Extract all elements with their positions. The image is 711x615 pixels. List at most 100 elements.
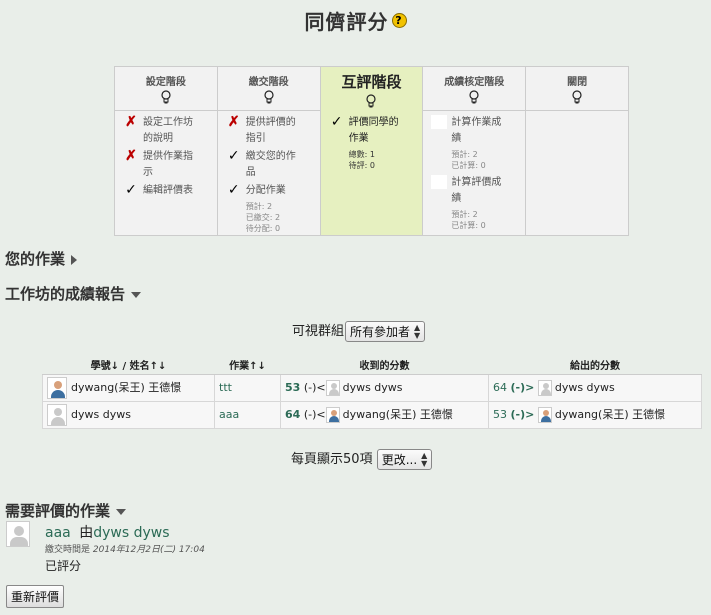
page-title: 同儕評分? [0, 6, 711, 35]
sort-idnumber[interactable]: 學號 [91, 361, 111, 372]
select-arrows-icon: ▲ ▼ [421, 451, 428, 469]
task-stat-line: 預計: 2 [451, 150, 478, 159]
sort-name[interactable]: 姓名 [130, 361, 150, 372]
reassess-button[interactable]: 重新評價 [6, 585, 65, 608]
group-filter-label: 可視群組 [292, 324, 345, 339]
participant-name[interactable]: dyws dyws [71, 408, 131, 421]
phase-planner: 設定階段 ✗ 設定工作坊的說明 ✗ 提供作業指示 ✓ 編輯評價表 繳交階段 ✗ 提供評價的指引 ✓ 繳… [114, 66, 629, 236]
group-select[interactable]: 所有參加者 ▲ ▼ [345, 320, 426, 343]
col-submission-header[interactable]: 作業↑↓ [214, 356, 281, 375]
task-label: 計算作業成績 [451, 117, 502, 144]
author-link[interactable]: dyws dyws [93, 525, 169, 541]
sort-both-icon[interactable]: ↑↓ [249, 361, 266, 372]
user-avatar-icon[interactable] [47, 403, 67, 426]
phase-column: 繳交階段 ✗ 提供評價的指引 ✓ 繳交您的作品 ✓ 分配作業 預計: 2 已繳交: 2 待分配: … [217, 67, 321, 235]
task-stat-line: 待分配: 0 [245, 224, 281, 233]
per-page-select[interactable]: 更改... ▲ ▼ [376, 448, 433, 471]
reviewer-name[interactable]: dywang(呆王) 王德憬 [343, 408, 453, 421]
phase-task-list: ✗ 提供評價的指引 ✓ 繳交您的作品 ✓ 分配作業 預計: 2 已繳交: 2 待分配: 0 [218, 111, 320, 234]
task-stat-line: 已計算: 0 [451, 161, 486, 170]
table-row: dyws dyws aaa 64 (-)< dywang(呆王) 王德憬 53 (-)>… [42, 400, 702, 429]
collapse-down-icon[interactable] [116, 508, 127, 515]
todo-box-icon [431, 115, 448, 129]
user-avatar-icon[interactable] [325, 379, 340, 396]
phase-title: 設定階段 [145, 77, 186, 88]
given-grade-cell: 53 (-)> dywang(呆王) 王德憬 [488, 400, 702, 429]
expand-right-icon[interactable] [71, 254, 78, 265]
reviewee-name[interactable]: dywang(呆王) 王德憬 [555, 408, 665, 421]
grade-marker: (-)< [303, 408, 326, 421]
done-check-icon: ✓ [125, 182, 137, 198]
participant-cell: dyws dyws [42, 400, 215, 429]
phase-title: 成績核定階段 [444, 77, 505, 88]
sort-submission[interactable]: 作業 [229, 361, 249, 372]
submitted-time: 繳交時間是 2014年12月2日(二) 17:04 [45, 542, 205, 555]
lightbulb-icon[interactable] [468, 90, 480, 104]
to-assess-title: 需要評價的作業 [5, 502, 111, 520]
user-avatar-icon[interactable] [47, 376, 67, 399]
received-grade[interactable]: 64 [285, 408, 300, 421]
given-grade[interactable]: 53 [493, 408, 507, 421]
phase-header[interactable]: 關閉 [526, 67, 628, 111]
phase-header[interactable]: 成績核定階段 [423, 67, 526, 111]
col-name-header[interactable]: 學號↓ / 姓名↑↓ [42, 356, 215, 375]
received-grade[interactable]: 53 [285, 381, 300, 394]
reviewee-name[interactable]: dyws dyws [555, 381, 615, 394]
grades-table-header: 學號↓ / 姓名↑↓ 作業↑↓ 收到的分數 給出的分數 [42, 356, 702, 375]
done-check-icon: ✓ [227, 182, 240, 198]
submission-link[interactable]: ttt [219, 381, 232, 394]
lightbulb-icon[interactable] [263, 90, 275, 104]
group-select-value: 所有參加者 [350, 324, 411, 339]
phase-title: 互評階段 [341, 73, 402, 91]
given-grade-cell: 64 (-)> dyws dyws [488, 373, 702, 402]
lightbulb-icon[interactable] [571, 90, 583, 104]
grade-marker: (-)< [303, 380, 326, 394]
grades-report-heading[interactable]: 工作坊的成績報告 [5, 283, 142, 304]
collapse-down-icon[interactable] [131, 291, 142, 298]
user-avatar-icon[interactable] [537, 379, 552, 396]
participant-name[interactable]: dywang(呆王) 王德憬 [71, 381, 181, 394]
participant-cell: dywang(呆王) 王德憬 [42, 373, 215, 402]
given-grade[interactable]: 64 [493, 381, 507, 394]
phase-header[interactable]: 設定階段 [115, 67, 217, 111]
col-received-header: 收到的分數 [280, 356, 489, 375]
sort-desc-icon[interactable]: ↓ [111, 361, 119, 372]
reviewer-name[interactable]: dyws dyws [343, 381, 403, 394]
table-row: dywang(呆王) 王德憬 ttt 53 (-)< dyws dyws 64 (-)>… [42, 373, 702, 402]
fail-cross-icon: ✗ [125, 148, 137, 164]
task-label: 設定工作坊的說明 [143, 117, 193, 144]
user-avatar-icon[interactable] [537, 407, 552, 423]
grade-marker: (-)> [510, 380, 535, 394]
phase-task-list: 計算作業成績 預計: 2 已計算: 0 計算評價成績 預計: 2 已計算: 0 [423, 111, 525, 231]
phase-header[interactable]: 繳交階段 [217, 67, 320, 111]
phase-task-list [526, 111, 628, 115]
phase-header[interactable]: 互評階段 [321, 67, 423, 111]
submitted-date: 2014年12月2日(二) 17:04 [92, 545, 205, 555]
task-label: 計算評價成績 [451, 177, 502, 204]
grades-table-body: dywang(呆王) 王德憬 ttt 53 (-)< dyws dyws 64 (-)>… [42, 373, 702, 429]
submission-link[interactable]: aaa [45, 525, 71, 541]
task-stats: 預計: 2 已繳交: 2 待分配: 0 [226, 201, 320, 234]
page-title-text: 同儕評分 [304, 10, 389, 34]
task-stat-line: 預計: 2 [451, 210, 478, 219]
task-label: 評價同學的作業 [348, 117, 399, 144]
to-assess-heading[interactable]: 需要評價的作業 [5, 500, 127, 521]
per-page-label: 每頁顯示50項 [291, 452, 373, 467]
phase-task-list: ✓ 評價同學的作業 總數: 1 待評: 0 [321, 111, 423, 171]
sort-both-icon[interactable]: ↑↓ [150, 361, 167, 372]
task-stats: 預計: 2 已計算: 0 [431, 149, 525, 171]
lightbulb-icon[interactable] [365, 94, 377, 108]
assessment-title-line: aaa 由dyws dyws [45, 522, 170, 542]
phase-task: ✓ 繳交您的作品 [226, 149, 320, 181]
submission-link[interactable]: aaa [219, 408, 239, 421]
phase-column: 成績核定階段 計算作業成績 預計: 2 已計算: 0 計算評價成績 預計: 2 已計算: 0 [423, 67, 527, 235]
user-avatar-icon[interactable] [325, 407, 340, 423]
done-check-icon: ✓ [227, 148, 240, 164]
phase-title: 繳交階段 [248, 77, 289, 88]
lightbulb-icon[interactable] [160, 90, 172, 104]
task-stat-line: 總數: 1 [348, 150, 375, 159]
help-icon[interactable]: ? [391, 13, 407, 28]
your-work-heading[interactable]: 您的作業 [5, 248, 78, 269]
phase-task: ✓ 評價同學的作業 [329, 115, 423, 147]
grades-table: 學號↓ / 姓名↑↓ 作業↑↓ 收到的分數 給出的分數 dywang(呆王) 王… [42, 356, 702, 429]
